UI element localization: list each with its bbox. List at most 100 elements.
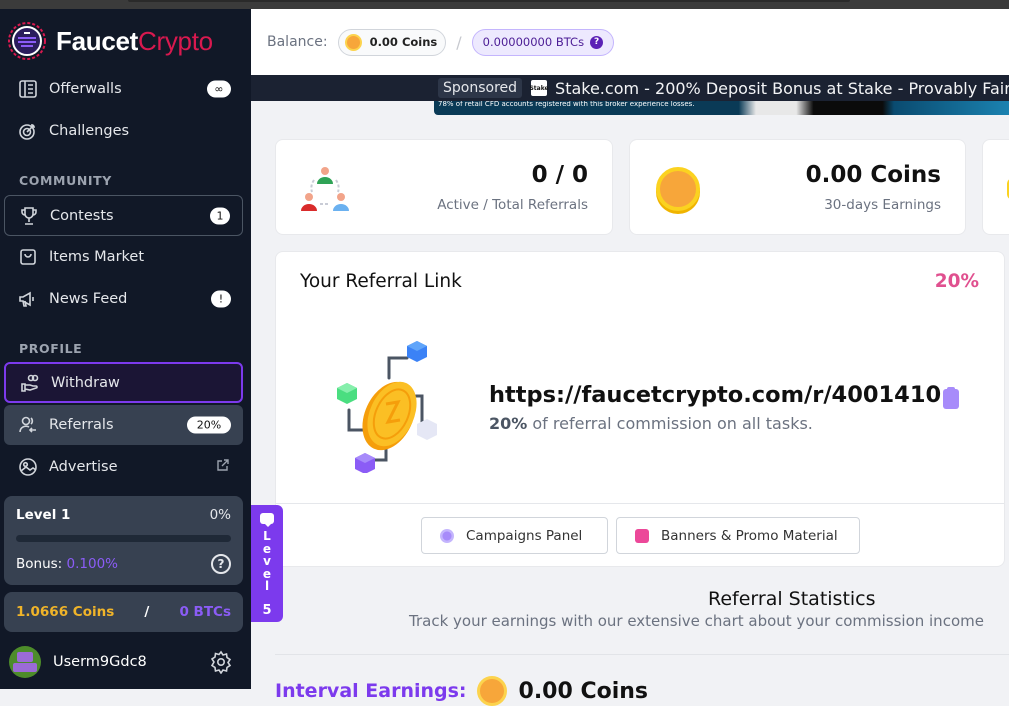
coin-icon [344, 33, 362, 51]
banners-promo-label: Banners & Promo Material [661, 527, 838, 544]
referrals-count: 0 / 0 [531, 162, 588, 188]
btc-balance-pill[interactable]: 0.00000000 BTCs? [471, 28, 615, 56]
referral-statistics-subtitle: Track your earnings with our extensive c… [409, 612, 984, 630]
referral-link-title: Your Referral Link [300, 271, 462, 292]
earnings-stat-card: 0.00 Coins 30-days Earnings [629, 139, 966, 235]
avatar[interactable] [9, 646, 41, 678]
sidebar-item-offerwalls[interactable]: Offerwalls ∞ [4, 69, 243, 109]
btc-balance-value: 0.00000000 BTCs [482, 35, 585, 49]
sidebar-item-news-feed[interactable]: News Feed ! [4, 279, 243, 319]
referrals-count-label: Active / Total Referrals [437, 197, 588, 213]
withdraw-hand-icon [19, 372, 41, 394]
sidebar: Faucet Crypto Offerwalls ∞ Challenges COM… [0, 9, 251, 689]
help-circle-icon[interactable]: ? [211, 554, 231, 574]
earnings-label: 30-days Earnings [824, 197, 941, 213]
sidebar-coins-balance: 1.0666 Coins [16, 604, 115, 620]
coins-balance-value: 0.00 Coins [369, 35, 438, 49]
stake-logo-icon: Stake [529, 80, 549, 96]
clipboard-copy-icon[interactable] [943, 387, 959, 409]
sidebar-item-advertise[interactable]: Advertise [4, 447, 243, 487]
earnings-value: 0.00 Coins [805, 162, 941, 188]
interval-earnings-label: Interval Earnings: [275, 680, 467, 702]
referral-statistics-title: Referral Statistics [708, 588, 876, 610]
commission-description: of referral commission on all tasks. [527, 414, 813, 433]
sidebar-item-label: Offerwalls [49, 81, 122, 97]
coin-icon [656, 167, 700, 211]
level-panel: Level 1 0% Bonus: 0.100% ? [4, 496, 243, 585]
browser-top-strip [0, 0, 1009, 9]
sidebar-item-contests[interactable]: Contests 1 [4, 195, 243, 236]
level-tab-label: Level [262, 529, 272, 593]
card-divider [276, 503, 1004, 504]
commission-percent: 20% [489, 414, 528, 433]
commission-text: 20% of referral commission on all tasks. [489, 414, 813, 433]
third-stat-card [982, 139, 1009, 235]
referral-network-icon [301, 167, 349, 211]
news-alert-badge: ! [211, 290, 231, 308]
interval-earnings-value: 0.00 Coins [518, 678, 649, 704]
sidebar-item-label: Items Market [49, 249, 145, 265]
coin-icon [476, 676, 507, 706]
campaign-icon [440, 528, 454, 543]
campaigns-panel-label: Campaigns Panel [466, 527, 583, 544]
section-divider [275, 654, 1009, 655]
gear-icon[interactable] [209, 650, 233, 678]
level-percent: 0% [209, 507, 231, 523]
external-link-icon [216, 458, 230, 476]
coins-balance-pill[interactable]: 0.00 Coins [337, 28, 447, 56]
sidebar-item-label: News Feed [49, 291, 128, 307]
sidebar-item-referrals[interactable]: Referrals 20% [4, 405, 243, 445]
crypto-coin-network-illustration [337, 341, 437, 473]
sidebar-item-items-market[interactable]: Items Market [4, 237, 243, 277]
infinity-badge: ∞ [207, 80, 231, 98]
contests-count-badge: 1 [210, 207, 230, 224]
interval-earnings: Interval Earnings: 0.00 Coins [275, 676, 648, 706]
faucetcrypto-logo-icon [8, 22, 46, 60]
banners-promo-button[interactable]: Banners & Promo Material [616, 517, 860, 554]
referrals-icon [17, 414, 39, 436]
section-label-community: COMMUNITY [19, 173, 112, 188]
referrals-percent-badge: 20% [187, 416, 231, 434]
trophy-icon [18, 205, 40, 227]
balance-separator: / [144, 604, 150, 620]
username: Userm9Gdc8 [53, 654, 147, 670]
referral-url[interactable]: https://faucetcrypto.com/r/4001410 [489, 382, 941, 408]
logo[interactable]: Faucet Crypto [7, 21, 213, 61]
sidebar-item-label: Challenges [49, 123, 130, 139]
chat-icon [260, 513, 274, 527]
level-side-tab[interactable]: Level 5 [251, 505, 283, 622]
logo-text-crypto: Crypto [138, 25, 213, 56]
top-header: Balance: 0.00 Coins / 0.00000000 BTCs? [251, 9, 1009, 75]
shopping-bag-icon [17, 246, 39, 268]
sidebar-item-label: Withdraw [51, 374, 120, 391]
sidebar-item-label: Contests [50, 207, 114, 224]
user-profile[interactable]: Userm9Gdc8 [9, 646, 233, 678]
ad-text[interactable]: Stake.com - 200% Deposit Bonus at Stake … [555, 79, 1009, 98]
question-icon[interactable]: ? [590, 35, 604, 49]
bonus-label: Bonus: [16, 556, 63, 572]
campaigns-panel-button[interactable]: Campaigns Panel [421, 517, 608, 554]
level-tab-number: 5 [262, 602, 272, 618]
balance-separator: / [456, 32, 462, 52]
sidebar-item-challenges[interactable]: Challenges [4, 111, 243, 151]
ad-disclaimer: 78% of retail CFD accounts registered wi… [438, 100, 695, 108]
megaphone-icon [17, 288, 39, 310]
referral-percent: 20% [934, 271, 979, 292]
sidebar-btc-balance: 0 BTCs [179, 604, 231, 620]
ad-banner-image[interactable]: 78% of retail CFD accounts registered wi… [434, 100, 1009, 115]
image-icon [17, 456, 39, 478]
sidebar-balance: 1.0666 Coins / 0 BTCs [4, 592, 243, 632]
offerwalls-icon [17, 78, 39, 100]
sponsored-ad-bar[interactable]: Sponsored Stake Stake.com - 200% Deposit… [251, 75, 1009, 101]
bonus-value: 0.100% [66, 556, 118, 572]
sidebar-item-withdraw[interactable]: Withdraw [4, 362, 243, 403]
sponsored-label: Sponsored [438, 78, 523, 98]
referral-link-card: Your Referral Link 20% https://faucetcry… [275, 251, 1005, 567]
target-icon [17, 120, 39, 142]
image-icon [635, 528, 649, 543]
balance-label: Balance: [267, 34, 328, 50]
level-progress-bar [16, 535, 231, 542]
section-label-profile: PROFILE [19, 341, 83, 356]
sidebar-item-label: Advertise [49, 459, 118, 475]
logo-text-faucet: Faucet [56, 25, 139, 56]
